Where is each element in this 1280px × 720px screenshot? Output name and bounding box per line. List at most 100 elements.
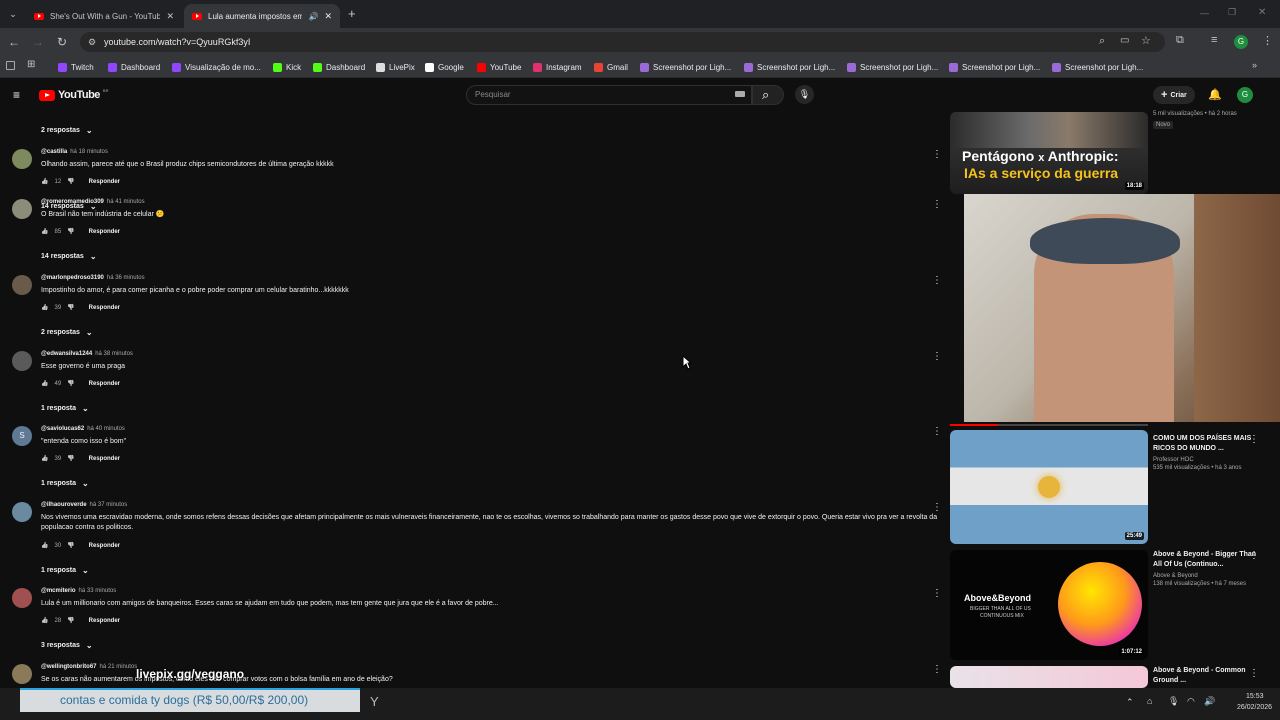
dislike-icon[interactable]: 👎 bbox=[67, 228, 74, 235]
bookmark-item[interactable]: Instagram bbox=[533, 60, 582, 74]
comment-menu-icon[interactable]: ⋮ bbox=[931, 588, 943, 599]
more-bookmarks-icon[interactable]: » bbox=[1252, 60, 1257, 70]
close-tab-icon[interactable]: ✕ bbox=[324, 11, 332, 22]
avatar[interactable] bbox=[12, 588, 32, 608]
like-icon[interactable]: 👍 bbox=[41, 178, 48, 185]
dislike-icon[interactable]: 👎 bbox=[67, 304, 74, 311]
profile-avatar[interactable]: G bbox=[1234, 35, 1248, 49]
video-thumbnail-1[interactable]: 25:49 bbox=[950, 430, 1148, 544]
bookmark-item[interactable]: Twitch bbox=[58, 60, 94, 74]
reply-button[interactable]: Responder bbox=[89, 229, 120, 235]
dislike-icon[interactable]: 👎 bbox=[67, 542, 74, 549]
bookmark-item[interactable]: Dashboard bbox=[313, 60, 365, 74]
video-info-1[interactable]: COMO UM DOS PAÍSES MAIS RICOS DO MUNDO .… bbox=[1153, 434, 1263, 472]
network-icon[interactable]: ⌂ bbox=[1147, 696, 1152, 706]
reload-icon[interactable]: ↻ bbox=[57, 35, 67, 49]
comment-author[interactable]: @mcmiterio bbox=[41, 588, 76, 594]
wifi-icon[interactable]: ◠ bbox=[1187, 696, 1195, 707]
site-info-icon[interactable]: ⚙ bbox=[88, 32, 96, 52]
comment-author[interactable]: @saviolucas62 bbox=[41, 426, 84, 432]
video-menu-icon[interactable]: ⋮ bbox=[1249, 668, 1259, 679]
bookmark-item[interactable]: Dashboard bbox=[108, 60, 160, 74]
replies-toggle[interactable]: 1 resposta ⌄ bbox=[41, 566, 89, 575]
apps-grid-icon[interactable]: ⊞ bbox=[27, 59, 35, 70]
video-thumbnail-top[interactable]: Pentágono x Anthropic: IAs a serviço da … bbox=[950, 112, 1148, 194]
comment-menu-icon[interactable]: ⋮ bbox=[931, 199, 943, 210]
video-thumbnail-3[interactable] bbox=[950, 666, 1148, 688]
show-hidden-icons-icon[interactable]: ⌃ bbox=[1126, 697, 1134, 708]
comment-author[interactable]: @edwansilva1244 bbox=[41, 351, 92, 357]
avatar[interactable] bbox=[12, 351, 32, 371]
volume-icon[interactable]: 🔊 bbox=[1204, 696, 1215, 707]
comment-menu-icon[interactable]: ⋮ bbox=[931, 275, 943, 286]
bookmark-item[interactable]: Screenshot por Ligh... bbox=[744, 60, 835, 74]
close-window-icon[interactable]: ✕ bbox=[1258, 7, 1266, 18]
address-bar[interactable]: ⚙ youtube.com/watch?v=QyuuRGkf3yI bbox=[80, 32, 1165, 52]
bookmark-item[interactable]: Kick bbox=[273, 60, 301, 74]
browser-tab-1[interactable]: She's Out With a Gun - YouTub ✕ bbox=[26, 4, 182, 28]
search-button[interactable]: ⌕ bbox=[752, 85, 784, 105]
like-icon[interactable]: 👍 bbox=[41, 617, 48, 624]
microphone-icon[interactable]: 🎙 bbox=[1168, 696, 1179, 707]
dislike-icon[interactable]: 👎 bbox=[67, 380, 74, 387]
close-tab-icon[interactable]: ✕ bbox=[166, 11, 174, 22]
bookmark-item[interactable]: Gmail bbox=[594, 60, 628, 74]
comment-menu-icon[interactable]: ⋮ bbox=[931, 502, 943, 513]
avatar[interactable] bbox=[12, 275, 32, 295]
avatar[interactable]: S bbox=[12, 426, 32, 446]
avatar[interactable] bbox=[12, 149, 32, 169]
video-thumbnail-2[interactable]: Above&Beyond BIGGER THAN ALL OF US CONTI… bbox=[950, 550, 1148, 660]
like-icon[interactable]: 👍 bbox=[41, 455, 48, 462]
new-tab-button[interactable]: + bbox=[348, 6, 356, 21]
reply-button[interactable]: Responder bbox=[89, 456, 120, 462]
replies-toggle[interactable]: 2 respostas ⌄ bbox=[41, 328, 93, 337]
clock-date[interactable]: 26/02/2026 bbox=[1237, 704, 1272, 711]
like-icon[interactable]: 👍 bbox=[41, 380, 48, 387]
avatar[interactable] bbox=[12, 199, 32, 219]
like-icon[interactable]: 👍 bbox=[41, 304, 48, 311]
comment-time[interactable]: há 40 minutos bbox=[87, 426, 125, 432]
reply-button[interactable]: Responder bbox=[89, 618, 120, 624]
extensions-icon[interactable]: ⧉ bbox=[1176, 34, 1184, 47]
comment-author[interactable]: @marlonpedroso3190 bbox=[41, 275, 104, 281]
comment-time[interactable]: há 18 minutos bbox=[70, 149, 108, 155]
bookmark-item[interactable]: Screenshot por Ligh... bbox=[949, 60, 1040, 74]
forward-icon[interactable]: → bbox=[32, 35, 44, 49]
comment-menu-icon[interactable]: ⋮ bbox=[931, 351, 943, 362]
comment-author[interactable]: @castilla bbox=[41, 149, 67, 155]
bookmark-star-icon[interactable]: ☆ bbox=[1141, 34, 1151, 47]
avatar[interactable] bbox=[12, 664, 32, 684]
comment-menu-icon[interactable]: ⋮ bbox=[931, 664, 943, 675]
bookmark-item[interactable]: Screenshot por Ligh... bbox=[847, 60, 938, 74]
bookmark-folder-icon[interactable] bbox=[6, 61, 15, 70]
dislike-icon[interactable]: 👎 bbox=[67, 455, 74, 462]
top-video-info[interactable]: 5 mil visualizações • há 2 horas Novo bbox=[1153, 108, 1263, 129]
search-input[interactable]: Pesquisar bbox=[466, 85, 752, 105]
dislike-icon[interactable]: 👎 bbox=[67, 617, 74, 624]
bookmark-item[interactable]: LivePix bbox=[376, 60, 415, 74]
comment-time[interactable]: há 41 minutos bbox=[107, 199, 145, 205]
reply-button[interactable]: Responder bbox=[89, 179, 120, 185]
comment-time[interactable]: há 38 minutos bbox=[95, 351, 133, 357]
replies-toggle[interactable]: 14 respostas ⌄ bbox=[41, 252, 97, 261]
comment-author[interactable]: @romeromamedio309 bbox=[41, 199, 104, 205]
cast-icon[interactable]: ▭ bbox=[1120, 35, 1129, 46]
minimize-window-icon[interactable]: — bbox=[1200, 8, 1209, 18]
bookmark-item[interactable]: YouTube bbox=[477, 60, 521, 74]
back-icon[interactable]: ← bbox=[8, 35, 20, 49]
replies-toggle[interactable]: 1 resposta ⌄ bbox=[41, 479, 89, 488]
replies-toggle[interactable]: 3 respostas ⌄ bbox=[41, 641, 93, 650]
reply-button[interactable]: Responder bbox=[89, 543, 120, 549]
dislike-icon[interactable]: 👎 bbox=[67, 178, 74, 185]
comment-menu-icon[interactable]: ⋮ bbox=[931, 149, 943, 160]
menu-hamburger-icon[interactable]: ≡ bbox=[13, 88, 20, 102]
media-controls-icon[interactable]: ≡ bbox=[1211, 34, 1217, 46]
clock-time[interactable]: 15:53 bbox=[1246, 693, 1264, 700]
comment-time[interactable]: há 36 minutos bbox=[107, 275, 145, 281]
zoom-icon[interactable]: ⌕ bbox=[1099, 35, 1105, 48]
tab-list-chevron-icon[interactable]: ⌄ bbox=[6, 7, 20, 21]
reply-button[interactable]: Responder bbox=[89, 381, 120, 387]
notifications-bell-icon[interactable]: 🔔 bbox=[1208, 88, 1222, 101]
account-avatar[interactable]: G bbox=[1237, 87, 1253, 103]
video-info-2[interactable]: Above & Beyond - Bigger Than All Of Us (… bbox=[1153, 550, 1263, 588]
